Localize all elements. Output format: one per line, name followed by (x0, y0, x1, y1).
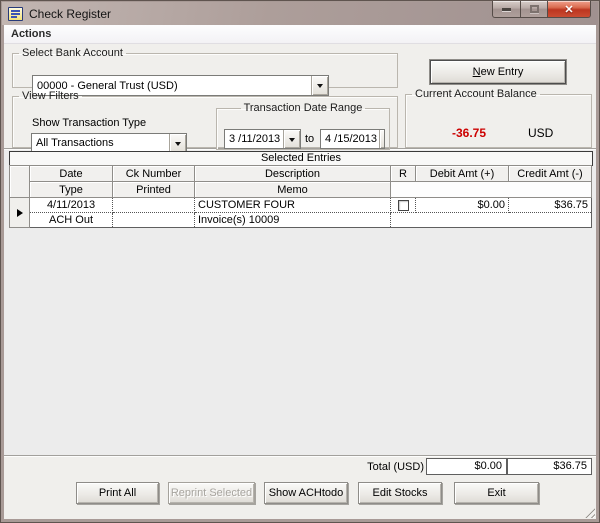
menu-actions[interactable]: Actions (4, 28, 58, 40)
header-date: Date (29, 165, 113, 182)
window-controls: ✕ (492, 1, 591, 18)
menubar: Actions (4, 25, 596, 44)
cell-memo[interactable]: Invoice(s) 10009 (194, 212, 391, 228)
view-filters-group-label: View Filters (22, 90, 79, 102)
grid-corner-cell (9, 165, 30, 198)
row-selector[interactable] (9, 197, 30, 228)
check-register-icon (8, 6, 23, 21)
table-row: 4/11/2013 CUSTOMER FOUR $0.00 $36.75 (9, 197, 592, 228)
date-range-to-label: to (305, 133, 315, 145)
show-achtodo-button[interactable]: Show ACHtodo (264, 482, 348, 504)
view-filters-group: View Filters Show Transaction Type All T… (12, 90, 398, 153)
date-from-picker[interactable]: 3 /11/2013 (224, 129, 301, 149)
bank-account-group-label: Select Bank Account (22, 47, 123, 59)
new-entry-label: New Entry (472, 66, 524, 78)
cell-reconciled (390, 197, 416, 213)
cell-credit[interactable]: $36.75 (508, 197, 592, 213)
entries-grid: Date Ck Number Description R Debit Amt (… (9, 165, 592, 228)
header-reconciled: R (390, 165, 416, 182)
chevron-down-icon (289, 137, 295, 145)
total-debit-box: $0.00 (426, 458, 507, 475)
cell-type[interactable]: ACH Out (29, 212, 113, 228)
titlebar: Check Register ✕ (2, 1, 598, 25)
header-type: Type (29, 181, 113, 198)
grid-caption: Selected Entries (9, 151, 593, 166)
balance-group: Current Account Balance -36.75 USD (405, 88, 592, 148)
cell-printed[interactable] (112, 212, 195, 228)
header-memo: Memo (194, 181, 391, 198)
header-debit: Debit Amt (+) (415, 165, 509, 182)
transaction-type-label: Show Transaction Type (32, 117, 147, 129)
chevron-down-icon (175, 141, 181, 149)
edit-stocks-button[interactable]: Edit Stocks (358, 482, 442, 504)
row-blank-cell (390, 212, 592, 228)
reprint-selected-button[interactable]: Reprint Selected (168, 482, 255, 504)
minimize-button[interactable] (492, 1, 521, 18)
minimize-icon (502, 7, 511, 11)
new-entry-button[interactable]: New Entry (430, 60, 566, 84)
date-range-group-label: Transaction Date Range (243, 102, 363, 114)
divider-bottom (4, 455, 596, 457)
total-label: Total (USD) (367, 461, 424, 473)
date-to-dropdown-button[interactable] (379, 130, 384, 148)
close-button[interactable]: ✕ (548, 1, 591, 18)
reconciled-checkbox[interactable] (397, 199, 409, 211)
transaction-type-select[interactable]: All Transactions (31, 133, 187, 153)
cell-date[interactable]: 4/11/2013 (29, 197, 113, 213)
date-range-group: Transaction Date Range 3 /11/2013 to 4 /… (216, 102, 390, 150)
header-credit: Credit Amt (-) (508, 165, 592, 182)
date-from-dropdown-button[interactable] (283, 130, 300, 148)
print-all-button[interactable]: Print All (76, 482, 159, 504)
total-credit-box: $36.75 (507, 458, 592, 475)
header-ck-number: Ck Number (112, 165, 195, 182)
check-register-window: Check Register ✕ Actions Select Bank Acc… (0, 0, 600, 523)
cell-debit[interactable]: $0.00 (415, 197, 509, 213)
header-printed: Printed (112, 181, 195, 198)
header-description: Description (194, 165, 391, 182)
bank-account-group: Select Bank Account 00000 - General Trus… (12, 47, 398, 96)
maximize-button[interactable] (521, 1, 548, 18)
cell-description[interactable]: CUSTOMER FOUR (194, 197, 391, 213)
date-to-value: 4 /15/2013 (325, 133, 377, 145)
balance-group-label: Current Account Balance (415, 88, 537, 100)
maximize-icon (529, 5, 539, 13)
client-area: Select Bank Account 00000 - General Trus… (4, 44, 596, 519)
transaction-type-dropdown-button[interactable] (169, 134, 186, 152)
balance-currency: USD (528, 126, 554, 140)
date-to-picker[interactable]: 4 /15/2013 (320, 129, 385, 149)
close-icon: ✕ (564, 3, 574, 16)
header-blank-cell (390, 181, 592, 198)
current-row-arrow-icon (16, 208, 23, 217)
table-row: ACH Out Invoice(s) 10009 (10, 212, 592, 228)
exit-button[interactable]: Exit (454, 482, 539, 504)
transaction-type-value: All Transactions (36, 137, 114, 149)
date-from-value: 3 /11/2013 (229, 133, 281, 145)
balance-amount: -36.75 (452, 126, 487, 140)
resize-grip[interactable] (583, 506, 595, 518)
window-title: Check Register (29, 6, 112, 21)
cell-ck-number[interactable] (112, 197, 195, 213)
